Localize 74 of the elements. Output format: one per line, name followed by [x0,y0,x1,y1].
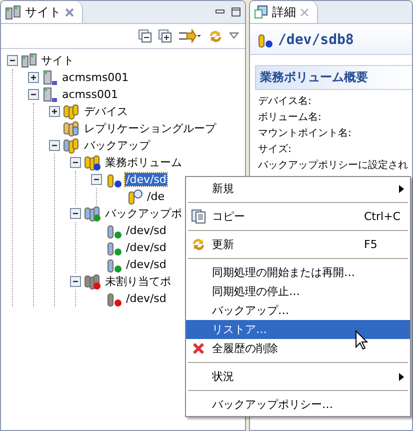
collapse-toggle[interactable] [7,55,18,66]
cylinder-icon [256,32,273,48]
menu-item[interactable]: バックアップ… [186,301,410,320]
cylinder-icon [105,172,122,188]
menu-item[interactable]: 同期処理の開始または再開… [186,263,410,282]
tree-item[interactable]: 未割り当てポ [104,274,172,289]
collapse-toggle[interactable] [70,276,81,287]
tree-item[interactable]: レプリケーショングループ [83,121,217,136]
copy-icon [190,209,206,224]
cylinders-icon [84,206,101,222]
servers-icon [5,4,21,20]
dropdown-icon[interactable] [229,32,239,40]
tree-item[interactable]: acmsms001 [61,71,130,84]
refresh-icon[interactable] [208,28,223,44]
field-label: マウントポイント名: [257,127,352,141]
field-label: バックアップポリシーに設定され [257,158,409,173]
servers-icon [21,53,37,68]
collapse-toggle[interactable] [70,208,81,219]
detail-tab[interactable]: 詳細 [250,1,318,23]
field-label: ボリューム名: [257,111,322,125]
menu-item[interactable]: 全履歴の削除 [186,339,410,358]
tree-item[interactable]: /dev/sd [125,224,168,237]
collapse-toggle[interactable] [28,89,39,100]
cylinders-icon [63,104,80,120]
expand-toggle[interactable] [49,106,60,117]
menu-item[interactable]: 同期処理の停止… [186,282,410,301]
cylinders-icon [84,274,101,290]
submenu-arrow-icon [399,372,404,380]
volume-heading: /dev/sdb8 [278,32,354,48]
collapse-toggle[interactable] [91,174,102,185]
server-icon [42,70,58,86]
collapse-all-icon[interactable] [138,29,152,43]
cylinder-icon [105,240,122,256]
menu-item[interactable]: バックアップポリシー… [186,395,410,414]
tree-item[interactable]: /dev/sd [125,173,168,186]
cylinder-clock-icon [126,188,143,204]
tree-item[interactable]: サイト [40,53,75,68]
expand-all-icon[interactable] [158,29,172,43]
delete-icon [192,342,204,355]
menu-item[interactable]: リストア… [186,320,410,339]
cylinders-icon [63,138,80,154]
cylinder-icon [105,222,122,238]
collapse-toggle[interactable] [70,157,81,168]
tree-item[interactable]: /dev/sd [125,292,168,305]
field-label: サイズ: [257,143,292,157]
section-heading: 業務ボリューム概要 [255,65,412,90]
mouse-cursor-icon [355,330,368,350]
menu-item[interactable]: 状況 [186,367,410,386]
maximize-icon[interactable] [231,7,241,17]
filter-icon[interactable] [178,29,202,43]
menu-item[interactable]: コピー Ctrl+C [186,207,410,226]
window-icon [254,5,268,19]
tree-item[interactable]: バックアップ [83,138,151,153]
tree-item[interactable]: acmss001 [61,88,119,101]
tree-item[interactable]: /dev/sd [125,241,168,254]
menu-item[interactable]: 更新 F5 [186,235,410,254]
refresh-icon [190,237,206,252]
cylinder-icon [105,290,122,306]
cylinders-icon [84,154,101,170]
server-icon [42,86,58,102]
menu-item[interactable]: 新規 [186,179,410,198]
collapse-toggle[interactable] [49,140,60,151]
tree-item[interactable]: 業務ボリューム [104,155,183,170]
expand-toggle[interactable] [28,72,39,83]
tree-item[interactable]: /de [146,190,166,203]
field-label: デバイス名: [257,95,312,109]
tree-item[interactable]: バックアップポ [104,206,183,221]
cylinder-icon [105,256,122,272]
site-tab[interactable]: サイト [1,1,83,23]
cylinders-icon [63,120,80,136]
submenu-arrow-icon [399,184,404,192]
close-icon[interactable] [65,8,74,16]
tree-item[interactable]: デバイス [83,104,129,119]
tree-item[interactable]: /dev/sd [125,258,168,271]
